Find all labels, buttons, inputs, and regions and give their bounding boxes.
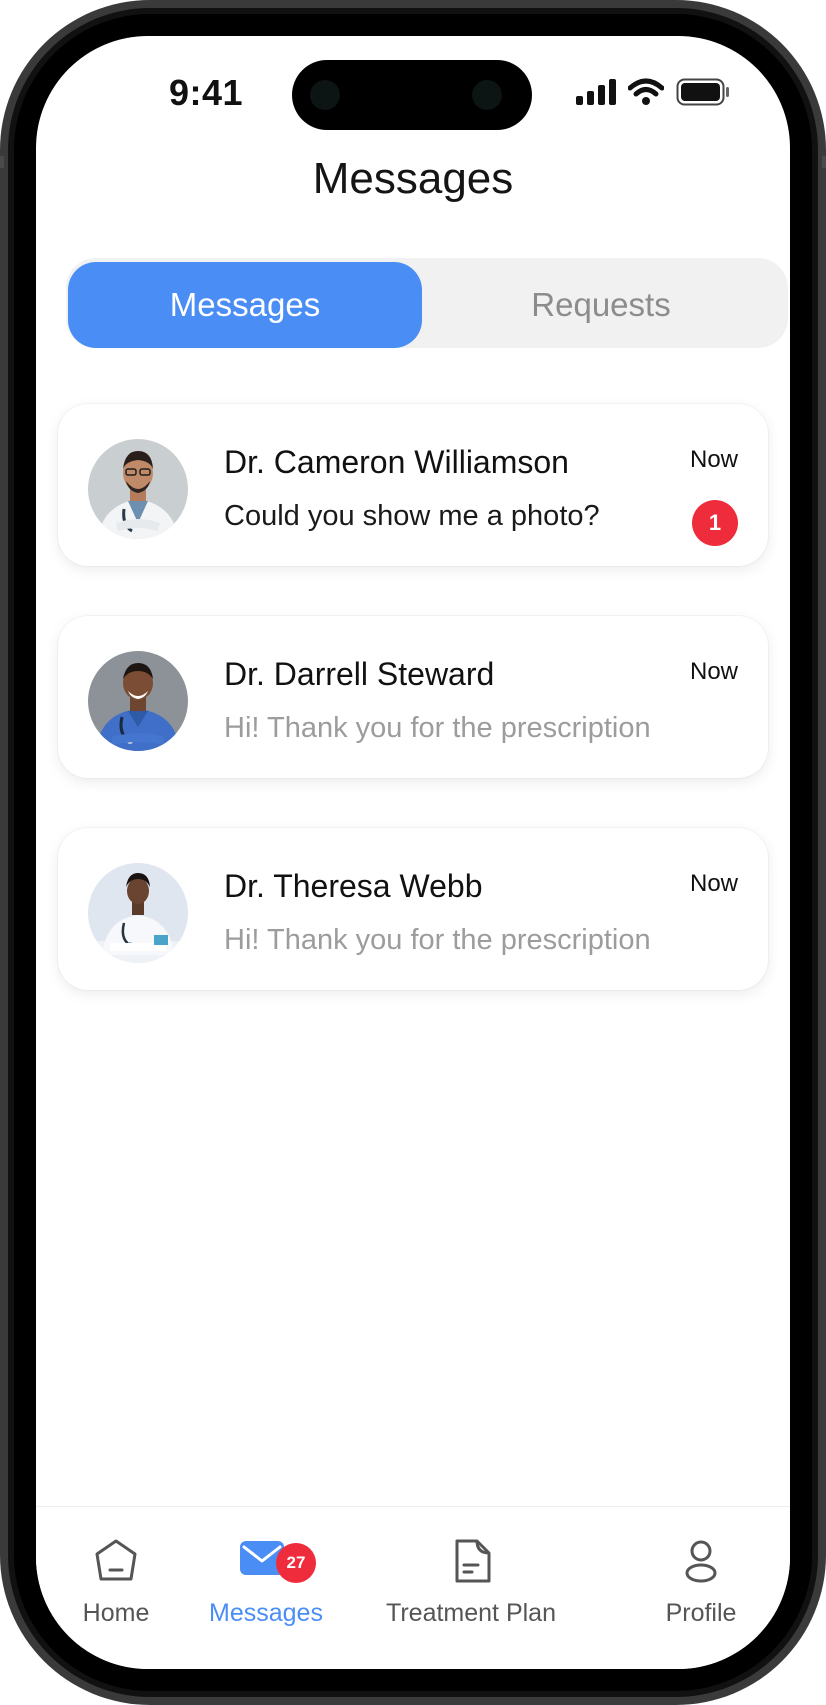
message-preview: Hi! Thank you for the prescription xyxy=(224,924,651,956)
phone-side-button xyxy=(822,156,826,168)
bottom-nav: Home 27 Messages Treatment Plan Profile xyxy=(36,1506,790,1669)
doctor-name: Dr. Darrell Steward xyxy=(224,656,495,692)
person-icon xyxy=(685,1540,717,1583)
nav-label: Treatment Plan xyxy=(386,1599,556,1627)
tab-requests[interactable]: Requests xyxy=(424,262,778,348)
tab-messages[interactable]: Messages xyxy=(68,262,422,348)
phone-side-button xyxy=(0,156,4,168)
nav-label: Messages xyxy=(209,1599,323,1627)
nav-treatment-plan[interactable]: Treatment Plan xyxy=(356,1507,586,1669)
doctor-name: Dr. Cameron Williamson xyxy=(224,444,569,480)
nav-messages[interactable]: 27 Messages xyxy=(196,1507,336,1669)
message-preview: Could you show me a photo? xyxy=(224,500,600,532)
doctor-avatar xyxy=(88,439,188,539)
sensor-icon xyxy=(472,80,502,110)
nav-home[interactable]: Home xyxy=(56,1507,176,1669)
status-icons xyxy=(576,78,730,106)
nav-unread-badge: 27 xyxy=(276,1543,316,1583)
tab-switcher: Messages Requests xyxy=(66,258,788,348)
doctor-avatar xyxy=(88,651,188,751)
app-screen: 9:41 Messages Messages Requests Dr. Came… xyxy=(36,36,790,1669)
message-time: Now xyxy=(689,870,738,897)
page-title: Messages xyxy=(312,154,514,203)
doctor-avatar xyxy=(88,863,188,963)
unread-count-badge: 1 xyxy=(692,500,738,546)
dynamic-island xyxy=(292,60,532,130)
message-preview: Hi! Thank you for the prescription xyxy=(224,712,651,744)
message-time: Now xyxy=(689,658,738,685)
message-time: Now xyxy=(689,446,738,473)
status-time: 9:41 xyxy=(168,72,244,113)
nav-profile[interactable]: Profile xyxy=(636,1507,766,1669)
conversation-card[interactable]: Dr. Theresa Webb Now Hi! Thank you for t… xyxy=(58,828,768,990)
wifi-icon xyxy=(628,78,664,105)
cellular-signal-icon xyxy=(576,79,616,105)
home-icon xyxy=(95,1539,137,1581)
doctor-name: Dr. Theresa Webb xyxy=(224,868,483,904)
nav-label: Profile xyxy=(665,1599,737,1627)
camera-lens-icon xyxy=(310,80,340,110)
battery-icon xyxy=(676,78,729,106)
conversation-card[interactable]: Dr. Darrell Steward Now Hi! Thank you fo… xyxy=(58,616,768,778)
document-icon xyxy=(455,1539,491,1583)
conversation-card[interactable]: Dr. Cameron Williamson Now Could you sho… xyxy=(58,404,768,566)
nav-label: Home xyxy=(82,1599,150,1627)
